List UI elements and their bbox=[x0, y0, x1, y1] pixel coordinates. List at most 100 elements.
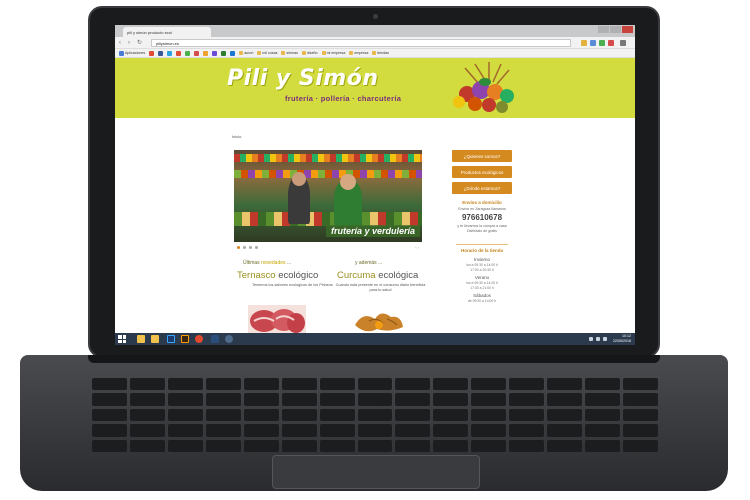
about-us-button[interactable]: ¿Quienes somos? bbox=[452, 150, 512, 162]
reload-icon[interactable]: ↻ bbox=[137, 40, 143, 46]
bookmark-icon[interactable] bbox=[203, 50, 209, 56]
bookmark-apps[interactable]: Aplicaciones bbox=[119, 50, 145, 56]
keyboard-key bbox=[243, 439, 279, 452]
network-icon[interactable] bbox=[596, 337, 600, 341]
webcam-icon bbox=[373, 14, 378, 19]
maximize-icon[interactable] bbox=[610, 26, 621, 33]
keyboard-key bbox=[205, 378, 241, 391]
divider bbox=[456, 244, 508, 245]
product-tag: ecológica bbox=[378, 270, 419, 281]
touchpad bbox=[272, 455, 480, 489]
product-title[interactable]: Curcuma ecológica bbox=[337, 270, 418, 281]
file-explorer-icon[interactable] bbox=[137, 335, 145, 343]
keyboard-key bbox=[547, 424, 583, 437]
bookmark-icon[interactable] bbox=[230, 50, 236, 56]
keyboard-key bbox=[471, 393, 507, 406]
bookmark-icon[interactable] bbox=[221, 50, 227, 56]
twitter-icon[interactable] bbox=[167, 50, 173, 56]
tray-icon[interactable] bbox=[589, 337, 593, 341]
bookmark-folder[interactable]: síemas bbox=[281, 51, 298, 55]
bookmark-folder[interactable]: mi empresa bbox=[321, 51, 346, 55]
keyboard-key bbox=[509, 439, 545, 452]
app-icon[interactable] bbox=[211, 335, 219, 343]
pager-dot[interactable] bbox=[243, 245, 246, 249]
extension-icon[interactable] bbox=[599, 40, 605, 46]
keyboard-key bbox=[92, 408, 127, 422]
keyboard-key bbox=[471, 424, 507, 437]
bookmark-icon[interactable] bbox=[212, 50, 218, 56]
keyboard-key bbox=[585, 378, 621, 391]
also-heading: y además ... bbox=[355, 260, 382, 266]
pager-dot[interactable] bbox=[249, 245, 252, 249]
keyboard-key bbox=[281, 393, 317, 406]
app-icon[interactable] bbox=[225, 335, 233, 343]
keyboard-key bbox=[243, 378, 279, 391]
menu-icon[interactable] bbox=[620, 40, 626, 46]
keyboard-key bbox=[319, 439, 355, 452]
product-tag: ecológico bbox=[278, 270, 319, 281]
chrome-icon[interactable] bbox=[195, 335, 203, 343]
volume-icon[interactable] bbox=[603, 337, 607, 341]
folder-icon[interactable] bbox=[151, 335, 159, 343]
keyboard-key bbox=[167, 393, 203, 406]
delivery-text: Envíos en Zaragoza llámanos bbox=[458, 207, 506, 211]
photoshop-icon[interactable] bbox=[167, 335, 175, 343]
minimize-icon[interactable] bbox=[598, 26, 609, 33]
system-tray bbox=[589, 337, 607, 341]
laptop-hinge bbox=[88, 355, 660, 363]
winter-label: Invierno bbox=[473, 257, 490, 262]
pager-dot[interactable] bbox=[255, 245, 258, 249]
bookmark-folder[interactable]: diseño bbox=[301, 51, 318, 55]
web-page: Pili y Simón frutería · pollería · charc… bbox=[115, 58, 635, 335]
keyboard-key bbox=[547, 408, 583, 422]
site-logo[interactable]: Pili y Simón bbox=[227, 66, 379, 91]
bookmark-folder[interactable]: tiendas bbox=[372, 51, 389, 55]
bookmark-label: mi empresa bbox=[326, 51, 346, 55]
bookmark-folder[interactable]: aurori bbox=[239, 51, 253, 55]
clock[interactable]: 10:12 22/05/2016 bbox=[613, 334, 631, 344]
delivery-note: Disfrútalo de gratis bbox=[467, 229, 497, 233]
bookmark-icon[interactable] bbox=[185, 50, 191, 56]
keyboard-key bbox=[357, 408, 393, 422]
illustrator-icon[interactable] bbox=[181, 335, 189, 343]
keyboard-key bbox=[357, 424, 393, 437]
breadcrumb[interactable]: Inicio bbox=[232, 134, 241, 139]
star-icon[interactable] bbox=[581, 40, 587, 46]
keyboard-key bbox=[129, 424, 165, 437]
keyboard-key bbox=[167, 408, 203, 422]
browser-tab[interactable]: pili y simón producto ecol bbox=[123, 27, 211, 37]
forward-arrow-icon[interactable]: › bbox=[128, 40, 134, 46]
extension-icon[interactable] bbox=[608, 40, 614, 46]
shelf-produce bbox=[234, 154, 422, 162]
slideshow-nav-icon[interactable]: ‹ › bbox=[415, 245, 419, 250]
windows-start-icon[interactable] bbox=[118, 335, 126, 343]
lamb-meat-image[interactable] bbox=[248, 305, 306, 335]
location-button[interactable]: ¿Dónde estamos? bbox=[452, 182, 512, 194]
organic-products-button[interactable]: Productos ecológicos bbox=[452, 166, 512, 178]
back-arrow-icon[interactable]: ‹ bbox=[119, 40, 125, 46]
bookmark-folder[interactable]: empresa bbox=[349, 51, 368, 55]
gmail-icon[interactable] bbox=[176, 50, 182, 56]
url-input[interactable]: piliysimon.es bbox=[151, 39, 571, 47]
bookmarks-bar: Aplicaciones aurori mil cosas síemas dis… bbox=[115, 49, 635, 58]
hero-slideshow[interactable]: frutería y verdulería bbox=[234, 150, 422, 242]
facebook-icon[interactable] bbox=[158, 50, 164, 56]
close-icon[interactable] bbox=[622, 26, 633, 33]
keyboard-key bbox=[471, 378, 507, 391]
winter-hours: lun a 09:30 a 14:00 h bbox=[466, 263, 498, 267]
keyboard-key bbox=[129, 439, 165, 452]
folder-icon bbox=[349, 51, 354, 55]
product-title[interactable]: Ternasco ecológico bbox=[237, 270, 318, 281]
bookmark-icon[interactable] bbox=[149, 50, 155, 56]
bookmark-folder[interactable]: mil cosas bbox=[257, 51, 277, 55]
pager-dot[interactable] bbox=[237, 245, 240, 249]
extension-icon[interactable] bbox=[590, 40, 596, 46]
browser-tab-bar: pili y simón producto ecol bbox=[115, 25, 635, 37]
keyboard-key bbox=[547, 393, 583, 406]
phone-number[interactable]: 976610678 bbox=[452, 213, 512, 222]
youtube-icon[interactable] bbox=[194, 50, 200, 56]
turmeric-image[interactable] bbox=[349, 305, 407, 335]
heading-text: ... bbox=[286, 260, 292, 266]
address-bar-row: ‹ › ↻ piliysimon.es bbox=[115, 37, 635, 49]
product-description: Cuando está presente en el consumo diari… bbox=[335, 283, 426, 292]
